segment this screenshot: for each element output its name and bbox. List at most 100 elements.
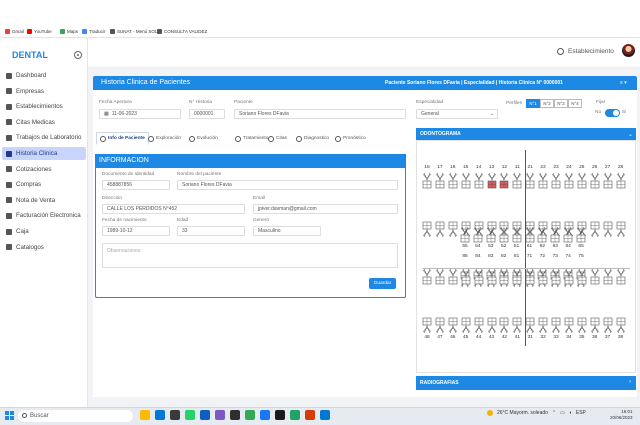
- bookmark-5[interactable]: CONSULTA VALIDEZ: [157, 29, 207, 34]
- tooth-21[interactable]: [525, 172, 535, 190]
- sidebar-item-0[interactable]: Dashboard: [2, 69, 86, 82]
- taskbar-app-icon[interactable]: [320, 410, 330, 420]
- tooth-26[interactable]: [590, 172, 600, 190]
- tooth-45-lingual[interactable]: [461, 268, 471, 286]
- tooth-16[interactable]: [448, 172, 458, 190]
- establecimiento-label[interactable]: Establecimiento: [568, 48, 614, 55]
- tooth-42-lingual[interactable]: [499, 268, 509, 286]
- avatar[interactable]: [622, 44, 635, 57]
- perfil-button-1[interactable]: N°2: [540, 99, 554, 108]
- tooth-36-lingual[interactable]: [590, 268, 600, 286]
- tooth-33-lingual[interactable]: [551, 268, 561, 286]
- tooth-41[interactable]: [512, 316, 522, 334]
- tooth-17[interactable]: [435, 172, 445, 190]
- tooth-53[interactable]: [486, 226, 496, 244]
- tooth-45[interactable]: [461, 316, 471, 334]
- tooth-16-lingual[interactable]: [448, 220, 458, 238]
- tooth-48-lingual[interactable]: [422, 268, 432, 286]
- tab-2[interactable]: Evolución: [186, 132, 221, 145]
- paciente-field[interactable]: Soriano Flores DFavia: [234, 109, 406, 119]
- sidebar-item-11[interactable]: Catalogos: [2, 241, 86, 254]
- tooth-46-lingual[interactable]: [448, 268, 458, 286]
- especialidad-select[interactable]: General ⌄: [416, 109, 498, 119]
- tooth-62[interactable]: [537, 226, 547, 244]
- taskbar-app-icon[interactable]: [170, 410, 180, 420]
- perfil-button-3[interactable]: N°4: [568, 99, 582, 108]
- tooth-36[interactable]: [590, 316, 600, 334]
- taskbar-app-icon[interactable]: [245, 410, 255, 420]
- tooth-17-lingual[interactable]: [435, 220, 445, 238]
- clock[interactable]: 16:01 20/06/2023: [610, 409, 633, 421]
- tooth-14[interactable]: [474, 172, 484, 190]
- tooth-11[interactable]: [512, 172, 522, 190]
- sidebar-item-7[interactable]: Compras: [2, 178, 86, 191]
- tooth-51[interactable]: [512, 226, 522, 244]
- language-indicator[interactable]: ESP: [576, 410, 586, 416]
- fecha-apertura-field[interactable]: ▦ 11-06-2023: [99, 109, 181, 119]
- sidebar-item-10[interactable]: Caja: [2, 225, 86, 238]
- nro-historia-field[interactable]: 0000001: [189, 109, 225, 119]
- direccion-field[interactable]: CALLE LOS PERDIDOS N°452: [102, 204, 245, 214]
- gear-icon[interactable]: [74, 51, 82, 59]
- chevron-down-icon[interactable]: ⌄: [628, 131, 633, 138]
- tooth-52[interactable]: [499, 226, 509, 244]
- tooth-47-lingual[interactable]: [435, 268, 445, 286]
- fijar-toggle[interactable]: [605, 109, 620, 117]
- tooth-64[interactable]: [563, 226, 573, 244]
- tooth-13[interactable]: [487, 172, 497, 190]
- taskbar-app-icon[interactable]: [155, 410, 165, 420]
- taskbar-app-icon[interactable]: [290, 410, 300, 420]
- sidebar-item-9[interactable]: Facturación Electronica: [2, 209, 86, 222]
- tooth-18-lingual[interactable]: [422, 220, 432, 238]
- sidebar-item-2[interactable]: Establecimientos: [2, 100, 86, 113]
- tooth-43[interactable]: [487, 316, 497, 334]
- tooth-27-lingual[interactable]: [603, 220, 613, 238]
- tab-5[interactable]: Diagnostico: [293, 132, 332, 145]
- tooth-33[interactable]: [551, 316, 561, 334]
- bookmark-3[interactable]: Traducir: [82, 29, 105, 34]
- tooth-31[interactable]: [525, 316, 535, 334]
- taskbar-app-icon[interactable]: [230, 410, 240, 420]
- nac-field[interactable]: 1989-10-12: [102, 226, 170, 236]
- tooth-18[interactable]: [422, 172, 432, 190]
- tooth-37[interactable]: [603, 316, 613, 334]
- weather-text[interactable]: 26°C Mayorm. soleado: [497, 410, 548, 416]
- tab-1[interactable]: Exploración: [145, 132, 184, 145]
- taskbar-app-icon[interactable]: [185, 410, 195, 420]
- tooth-48[interactable]: [422, 316, 432, 334]
- sidebar-item-3[interactable]: Citas Medicas: [2, 116, 86, 129]
- volume-icon[interactable]: ◖: [569, 410, 572, 416]
- windows-icon[interactable]: [5, 411, 14, 420]
- sidebar-item-4[interactable]: Trabajos de Laboratorio: [2, 131, 86, 144]
- tooth-65[interactable]: [576, 226, 586, 244]
- perfil-button-2[interactable]: N°3: [554, 99, 568, 108]
- tab-0[interactable]: Info de Paciente: [96, 132, 149, 145]
- sidebar-item-1[interactable]: Empresas: [2, 85, 86, 98]
- edad-field[interactable]: 33: [177, 226, 245, 236]
- tooth-32[interactable]: [538, 316, 548, 334]
- tab-4[interactable]: Citas: [265, 132, 290, 145]
- taskbar-app-icon[interactable]: [305, 410, 315, 420]
- tooth-12[interactable]: [499, 172, 509, 190]
- taskbar-app-icon[interactable]: [275, 410, 285, 420]
- bookmark-1[interactable]: YouTube: [27, 29, 52, 34]
- nombre-field[interactable]: Soriano Flores DFavia: [177, 180, 398, 190]
- tooth-25[interactable]: [577, 172, 587, 190]
- tooth-35[interactable]: [577, 316, 587, 334]
- tooth-22[interactable]: [538, 172, 548, 190]
- tooth-34[interactable]: [564, 316, 574, 334]
- taskbar-app-icon[interactable]: [200, 410, 210, 420]
- brand-logo[interactable]: DENTAL: [12, 50, 48, 60]
- taskbar-app-icon[interactable]: [140, 410, 150, 420]
- tooth-55[interactable]: [460, 226, 470, 244]
- tooth-31-lingual[interactable]: [525, 268, 535, 286]
- tooth-24[interactable]: [564, 172, 574, 190]
- tooth-44[interactable]: [474, 316, 484, 334]
- header-menu-icon[interactable]: ≡ ▾: [620, 80, 627, 86]
- observaciones-field[interactable]: Observaciones: [102, 243, 398, 268]
- bookmark-4[interactable]: SUNAT - Menú SOL: [110, 29, 157, 34]
- tooth-23[interactable]: [551, 172, 561, 190]
- tooth-54[interactable]: [473, 226, 483, 244]
- tooth-41-lingual[interactable]: [512, 268, 522, 286]
- taskbar-search[interactable]: Buscar: [18, 410, 133, 422]
